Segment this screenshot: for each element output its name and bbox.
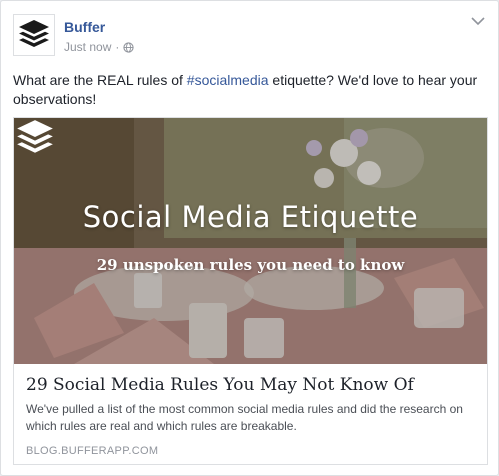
hashtag-link[interactable]: #socialmedia [187,72,269,88]
link-preview-image[interactable]: Social Media Etiquette 29 unspoken rules… [14,118,487,364]
buffer-logo-avatar[interactable] [13,14,55,56]
image-subtitle: 29 unspoken rules you need to know [96,256,405,274]
author-name-link[interactable]: Buffer [64,19,105,35]
globe-icon[interactable] [123,41,134,53]
facebook-post-card: Buffer Just now · What are the REAL rule… [0,0,499,476]
post-meta: Just now · [64,40,134,54]
link-title[interactable]: 29 Social Media Rules You May Not Know O… [26,374,475,396]
timestamp-link[interactable]: Just now [64,40,111,54]
link-preview[interactable]: Social Media Etiquette 29 unspoken rules… [13,117,488,465]
post-message: What are the REAL rules of #socialmedia … [13,71,489,109]
buffer-watermark-icon [17,120,53,153]
table-setting-photo [14,118,487,364]
buffer-logo-icon [19,20,49,47]
chevron-down-icon[interactable] [470,15,486,27]
link-preview-body[interactable]: 29 Social Media Rules You May Not Know O… [14,364,487,457]
image-title: Social Media Etiquette [82,200,419,234]
link-description: We've pulled a list of the most common s… [26,402,463,433]
post-text-before: What are the REAL rules of [13,72,187,88]
meta-separator: · [115,40,120,54]
link-domain: BLOG.BUFFERAPP.COM [26,445,159,457]
